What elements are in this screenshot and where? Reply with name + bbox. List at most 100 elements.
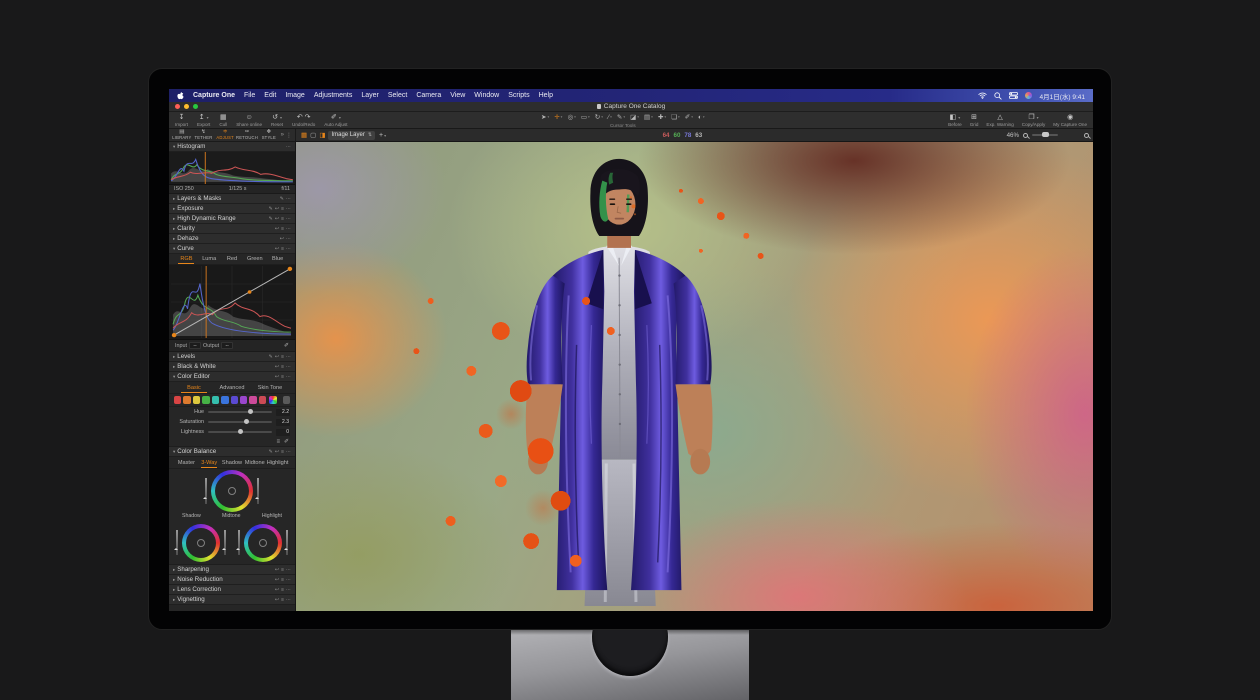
swatch-orange[interactable] <box>183 396 190 404</box>
more-icon[interactable]: ⋯ <box>286 567 291 573</box>
reset-icon[interactable]: ↩ <box>275 216 279 222</box>
curve-tab-red[interactable]: Red <box>221 256 244 262</box>
reset-icon[interactable]: ↩ <box>275 449 279 455</box>
presets-icon[interactable]: ≡ <box>281 206 284 212</box>
tool-gradient-mask-icon[interactable]: ▤▾ <box>644 114 653 121</box>
swatch-magenta[interactable] <box>249 396 256 404</box>
menu-file[interactable]: File <box>244 92 255 99</box>
curve-tab-green[interactable]: Green <box>243 256 266 262</box>
more-icon[interactable]: ⋯ <box>286 246 291 252</box>
tab-overflow-icon[interactable]: » <box>281 132 284 138</box>
saturation-value[interactable]: 2.3 <box>276 419 290 426</box>
pick-color-icon[interactable]: ✐ <box>284 438 289 445</box>
panel-header-lens-correction[interactable]: ▸ Lens Correction ↩≡⋯ <box>169 585 295 595</box>
apple-logo-icon[interactable] <box>177 91 184 100</box>
cb-tab-highlight[interactable]: Highlight <box>266 460 289 466</box>
more-icon[interactable]: ⋯ <box>286 226 291 232</box>
swatch-green[interactable] <box>202 396 209 404</box>
tab-library[interactable]: ▤LIBRARY <box>171 130 193 141</box>
swatch-violet[interactable] <box>231 396 238 404</box>
menu-layer[interactable]: Layer <box>361 92 379 99</box>
siri-icon[interactable] <box>1025 92 1032 99</box>
panel-header-histogram[interactable]: ▾ Histogram ⋯ <box>169 142 295 152</box>
curve-tab-luma[interactable]: Luma <box>198 256 221 262</box>
ce-tab-skin-tone[interactable]: Skin Tone <box>251 385 289 391</box>
tab-style[interactable]: ❖STYLE <box>258 130 280 141</box>
tool-select-icon[interactable]: ➤▾ <box>541 114 549 121</box>
lightness-value[interactable]: 0 <box>276 429 290 436</box>
tool-spot-icon[interactable]: ◐▾ <box>698 114 705 121</box>
panel-header-color-balance[interactable]: ▾ Color Balance ✎↩≡⋯ <box>169 447 295 457</box>
reset-button[interactable]: ↺▾Reset <box>271 112 283 128</box>
hue-slider-thumb[interactable] <box>248 409 253 414</box>
menu-app-name[interactable]: Capture One <box>193 92 235 99</box>
hue-value[interactable]: 2.2 <box>276 409 290 416</box>
lightness-slider-thumb[interactable] <box>238 429 243 434</box>
more-icon[interactable]: ⋯ <box>286 587 291 593</box>
presets-icon[interactable]: ≡ <box>281 597 284 603</box>
brush-icon[interactable]: ✎ <box>269 206 273 212</box>
share-online-button[interactable]: ☺Share online <box>236 112 262 128</box>
tool-erase-mask-icon[interactable]: ◪▾ <box>630 114 639 121</box>
presets-icon[interactable]: ≡ <box>281 246 284 252</box>
tool-annotate-icon[interactable]: ✐▾ <box>685 114 693 121</box>
more-icon[interactable]: ⋯ <box>286 354 291 360</box>
brush-icon[interactable]: ✎ <box>269 216 273 222</box>
curve-graph[interactable] <box>169 265 295 340</box>
wheel-slider[interactable] <box>224 530 226 554</box>
cb-tab-shadow[interactable]: Shadow <box>221 460 244 466</box>
reset-icon[interactable]: ↩ <box>275 374 279 380</box>
more-icon[interactable]: ⋯ <box>286 364 291 370</box>
copy-apply-button[interactable]: ❐▾Copy/Apply <box>1022 112 1046 128</box>
more-icon[interactable]: ⋯ <box>286 577 291 583</box>
reset-icon[interactable]: ↩ <box>275 567 279 573</box>
add-layer-button[interactable]: + <box>379 132 383 139</box>
export-button[interactable]: ↥▾Export <box>197 112 210 128</box>
more-icon[interactable]: ⋯ <box>286 449 291 455</box>
panel-header-black-white[interactable]: ▸ Black & White ↩≡⋯ <box>169 362 295 372</box>
menu-edit[interactable]: Edit <box>264 92 276 99</box>
wheel-slider[interactable] <box>176 530 178 554</box>
menu-image[interactable]: Image <box>285 92 304 99</box>
tab-tether[interactable]: ↯TETHER <box>193 130 215 141</box>
tool-draw-mask-icon[interactable]: ✎▾ <box>617 114 625 121</box>
tool-rotate-icon[interactable]: ↻▾ <box>595 114 603 121</box>
tool-straighten-icon[interactable]: ∕▾ <box>608 114 612 121</box>
ce-tab-basic[interactable]: Basic <box>175 385 213 391</box>
presets-icon[interactable]: ≡ <box>281 354 284 360</box>
more-icon[interactable]: ⋯ <box>286 597 291 603</box>
cb-tab-master[interactable]: Master <box>175 460 198 466</box>
reset-icon[interactable]: ↩ <box>280 236 284 242</box>
exposure-warning-button[interactable]: △Exp. Warning <box>986 112 1013 128</box>
color-wheel-midtone[interactable] <box>211 470 253 512</box>
more-icon[interactable]: ⋯ <box>286 236 291 242</box>
panel-header-levels[interactable]: ▸ Levels ✎↩≡⋯ <box>169 352 295 362</box>
wheel-slider[interactable] <box>286 530 288 554</box>
mask-visibility-icon[interactable]: ◨ <box>319 131 325 139</box>
swatch-red[interactable] <box>174 396 181 404</box>
saturation-slider-thumb[interactable] <box>244 419 249 424</box>
reset-icon[interactable]: ↩ <box>275 577 279 583</box>
presets-icon[interactable]: ≡ <box>281 226 284 232</box>
minimize-window-button[interactable] <box>184 104 189 109</box>
zoom-slider-thumb[interactable] <box>1042 132 1049 137</box>
auto-adjust-button[interactable]: ✐▾Auto Adjust <box>324 112 347 128</box>
reset-icon[interactable]: ↩ <box>275 226 279 232</box>
zoom-slider[interactable] <box>1032 134 1058 136</box>
swatch-blue[interactable] <box>221 396 228 404</box>
more-icon[interactable]: ⋯ <box>286 216 291 222</box>
tool-heal-icon[interactable]: ✚▾ <box>658 114 666 121</box>
tab-adjust[interactable]: ≑ADJUST <box>214 130 236 141</box>
cb-tab-3way[interactable]: 3-Way <box>198 460 221 466</box>
menu-scripts[interactable]: Scripts <box>508 92 529 99</box>
brush-icon[interactable]: ✎ <box>269 354 273 360</box>
more-icon[interactable]: ⋯ <box>286 206 291 212</box>
color-wheel-highlight[interactable] <box>244 524 282 562</box>
zoom-level[interactable]: 46% <box>1007 132 1019 139</box>
compare-icon[interactable]: ▢ <box>310 131 316 139</box>
more-icon[interactable]: ⋯ <box>286 374 291 380</box>
before-button[interactable]: ◧▾Before <box>948 112 962 128</box>
my-capture-one-button[interactable]: ◉My Capture One <box>1053 112 1087 128</box>
panel-header-color-editor[interactable]: ▾ Color Editor ↩≡⋯ <box>169 372 295 382</box>
curve-picker-icon[interactable]: ✐ <box>284 342 289 349</box>
